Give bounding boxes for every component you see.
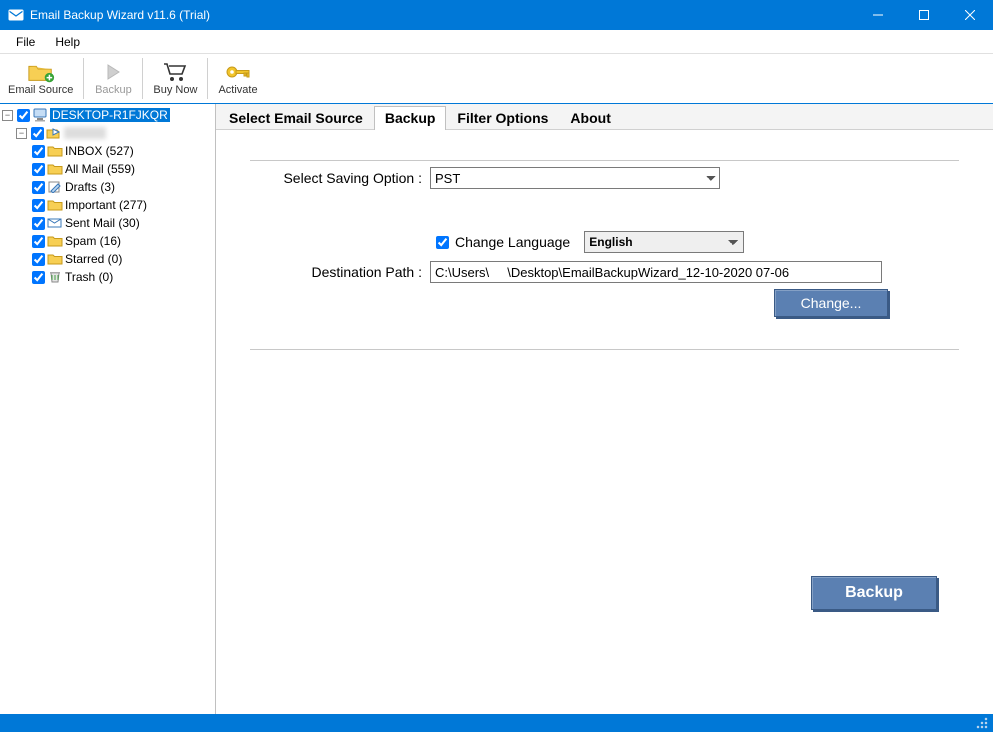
tree-account[interactable]: − bbox=[16, 124, 215, 142]
menu-bar: File Help bbox=[0, 30, 993, 54]
email-source-label: Email Source bbox=[8, 84, 73, 96]
saving-option-label: Select Saving Option : bbox=[250, 170, 430, 186]
tree-root[interactable]: − DESKTOP-R1FJKQR bbox=[2, 106, 215, 124]
drafts-icon bbox=[47, 180, 63, 194]
tree-checkbox[interactable] bbox=[17, 109, 30, 122]
tree-checkbox[interactable] bbox=[32, 181, 45, 194]
mailbox-icon bbox=[46, 126, 62, 140]
app-icon bbox=[8, 7, 24, 23]
content-area: − DESKTOP-R1FJKQR − INBOX (527) All Mail… bbox=[0, 104, 993, 714]
buy-now-label: Buy Now bbox=[153, 84, 197, 96]
tree-item[interactable]: Spam (16) bbox=[30, 232, 215, 250]
tree-item-label: INBOX (527) bbox=[65, 144, 134, 158]
menu-help[interactable]: Help bbox=[45, 32, 90, 52]
tree-checkbox[interactable] bbox=[32, 145, 45, 158]
tab-filter[interactable]: Filter Options bbox=[446, 106, 559, 130]
tab-select-source[interactable]: Select Email Source bbox=[218, 106, 374, 130]
window-controls bbox=[855, 0, 993, 30]
tree-item-label: Drafts (3) bbox=[65, 180, 115, 194]
tree-checkbox[interactable] bbox=[32, 199, 45, 212]
minimize-button[interactable] bbox=[855, 0, 901, 30]
backup-action-button[interactable]: Backup bbox=[811, 576, 937, 610]
collapse-icon[interactable]: − bbox=[2, 110, 13, 121]
folder-icon bbox=[47, 234, 63, 248]
tree-checkbox[interactable] bbox=[32, 271, 45, 284]
backup-label: Backup bbox=[95, 84, 132, 96]
tree-item-label: Important (277) bbox=[65, 198, 147, 212]
key-icon bbox=[224, 61, 252, 83]
status-bar bbox=[0, 714, 993, 732]
toolbar-separator bbox=[83, 58, 84, 99]
divider bbox=[250, 349, 959, 350]
tree-item[interactable]: Trash (0) bbox=[30, 268, 215, 286]
buy-now-button[interactable]: Buy Now bbox=[145, 54, 205, 103]
computer-icon bbox=[32, 108, 48, 122]
folder-add-icon bbox=[27, 61, 55, 83]
title-bar: Email Backup Wizard v11.6 (Trial) bbox=[0, 0, 993, 30]
saving-option-select[interactable]: PST bbox=[430, 167, 720, 189]
folder-icon bbox=[47, 162, 63, 176]
tree-item[interactable]: Important (277) bbox=[30, 196, 215, 214]
close-button[interactable] bbox=[947, 0, 993, 30]
backup-panel: Select Saving Option : PST Change Langua… bbox=[216, 130, 993, 714]
tree-checkbox[interactable] bbox=[32, 217, 45, 230]
tree-account-label bbox=[64, 127, 106, 139]
activate-button[interactable]: Activate bbox=[210, 54, 265, 103]
email-source-button[interactable]: Email Source bbox=[0, 54, 81, 103]
main-panel: Select Email Source Backup Filter Option… bbox=[216, 104, 993, 714]
tree-item[interactable]: INBOX (527) bbox=[30, 142, 215, 160]
toolbar-separator bbox=[207, 58, 208, 99]
activate-label: Activate bbox=[218, 84, 257, 96]
tree-item[interactable]: Sent Mail (30) bbox=[30, 214, 215, 232]
tree-item[interactable]: All Mail (559) bbox=[30, 160, 215, 178]
tree-item-label: Starred (0) bbox=[65, 252, 122, 266]
tree-item-label: Trash (0) bbox=[65, 270, 113, 284]
cart-icon bbox=[161, 61, 189, 83]
tree-item-label: All Mail (559) bbox=[65, 162, 135, 176]
trash-icon bbox=[47, 270, 63, 284]
change-language-label: Change Language bbox=[455, 234, 570, 250]
change-button[interactable]: Change... bbox=[774, 289, 888, 317]
folder-icon bbox=[47, 144, 63, 158]
tree-item-label: Spam (16) bbox=[65, 234, 121, 248]
window-title: Email Backup Wizard v11.6 (Trial) bbox=[30, 8, 855, 22]
tab-about[interactable]: About bbox=[559, 106, 621, 130]
toolbar-separator bbox=[142, 58, 143, 99]
play-icon bbox=[99, 61, 127, 83]
divider bbox=[250, 160, 959, 161]
tree-root-label: DESKTOP-R1FJKQR bbox=[50, 108, 170, 122]
destination-input[interactable] bbox=[430, 261, 882, 283]
tab-bar: Select Email Source Backup Filter Option… bbox=[216, 104, 993, 130]
tree-item[interactable]: Drafts (3) bbox=[30, 178, 215, 196]
maximize-button[interactable] bbox=[901, 0, 947, 30]
change-language-checkbox[interactable] bbox=[436, 236, 449, 249]
sent-icon bbox=[47, 216, 63, 230]
destination-label: Destination Path : bbox=[250, 264, 430, 280]
resize-grip-icon[interactable] bbox=[975, 716, 989, 730]
language-select[interactable]: English bbox=[584, 231, 744, 253]
tree-checkbox[interactable] bbox=[32, 253, 45, 266]
folder-tree[interactable]: − DESKTOP-R1FJKQR − INBOX (527) All Mail… bbox=[0, 104, 216, 714]
tree-item-label: Sent Mail (30) bbox=[65, 216, 140, 230]
backup-button[interactable]: Backup bbox=[86, 54, 140, 103]
tree-item[interactable]: Starred (0) bbox=[30, 250, 215, 268]
tree-checkbox[interactable] bbox=[32, 163, 45, 176]
tree-checkbox[interactable] bbox=[31, 127, 44, 140]
menu-file[interactable]: File bbox=[6, 32, 45, 52]
folder-icon bbox=[47, 198, 63, 212]
tree-checkbox[interactable] bbox=[32, 235, 45, 248]
folder-icon bbox=[47, 252, 63, 266]
toolbar: Email Source Backup Buy Now Activate bbox=[0, 54, 993, 104]
collapse-icon[interactable]: − bbox=[16, 128, 27, 139]
tab-backup[interactable]: Backup bbox=[374, 106, 447, 130]
